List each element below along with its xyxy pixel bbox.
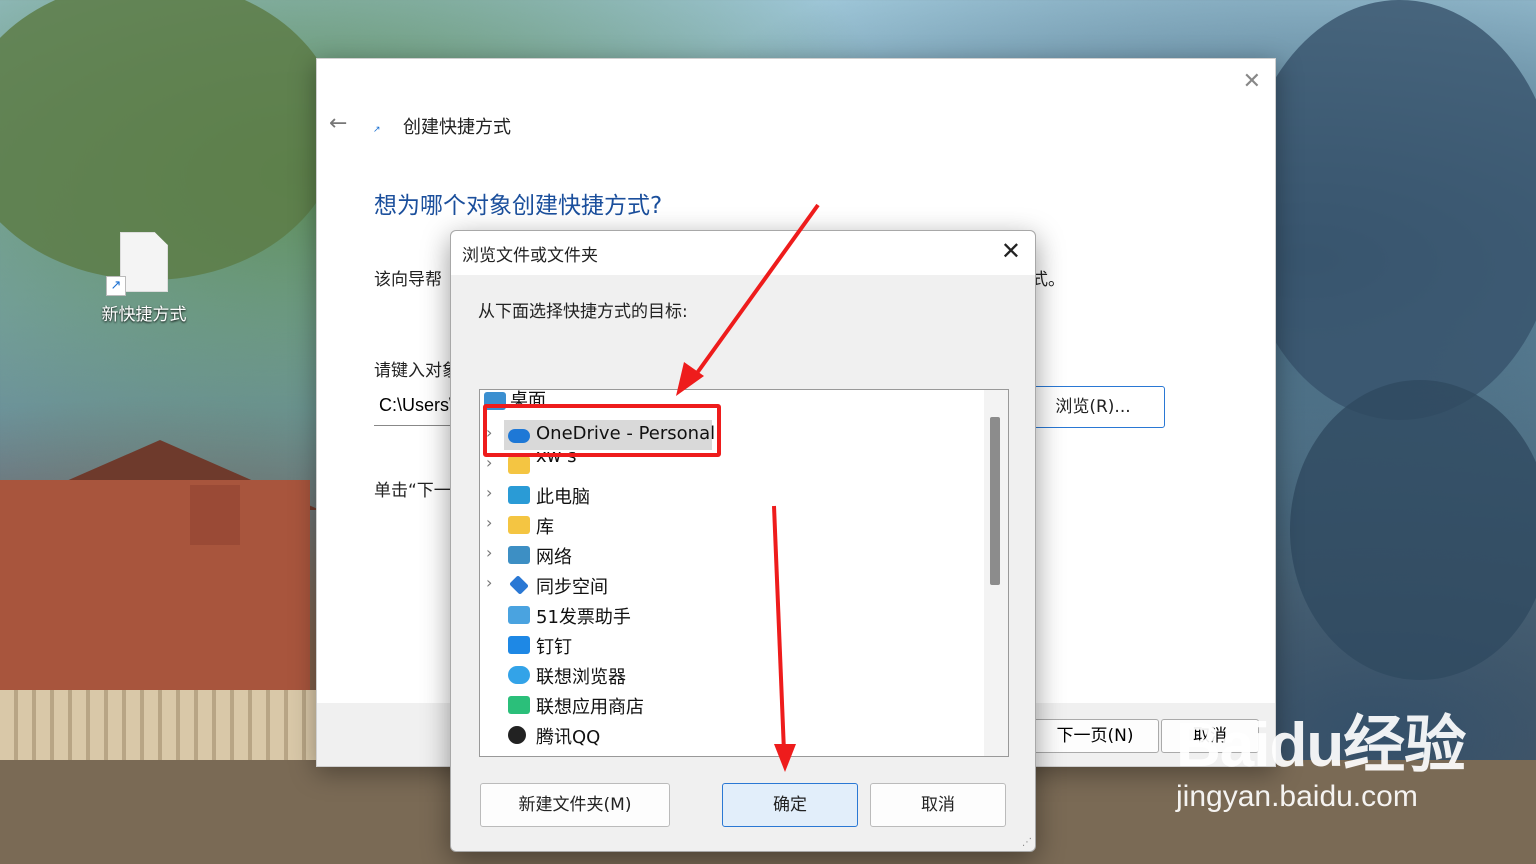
chevron-right-icon[interactable]: › bbox=[486, 543, 492, 562]
tree-item-label: 51发票助手 bbox=[536, 607, 631, 628]
tree-item-this-pc[interactable]: › 此电脑 bbox=[480, 480, 980, 510]
chimney bbox=[190, 485, 240, 545]
tree-foliage bbox=[1240, 0, 1536, 420]
browse-button[interactable]: 浏览(R)... bbox=[1021, 386, 1165, 428]
browse-folder-dialog: 浏览文件或文件夹 ✕ 从下面选择快捷方式的目标: 桌面 › OneDrive -… bbox=[450, 230, 1036, 852]
tree-item-label: 腾讯QQ bbox=[536, 727, 601, 748]
wizard-heading: 想为哪个对象创建快捷方式? bbox=[374, 193, 663, 219]
dingtalk-icon bbox=[508, 636, 530, 654]
network-icon bbox=[508, 546, 530, 564]
tree-item-label: 网络 bbox=[536, 547, 572, 568]
tree-item-label: 同步空间 bbox=[536, 577, 608, 598]
tree-item-label: 库 bbox=[536, 517, 554, 538]
tree-item-dingtalk[interactable]: 钉钉 bbox=[480, 630, 980, 660]
location-prompt: 请键入对象 bbox=[374, 361, 459, 381]
chevron-right-icon[interactable]: › bbox=[486, 573, 492, 592]
chevron-right-icon[interactable]: › bbox=[486, 513, 492, 532]
next-button[interactable]: 下一页(N) bbox=[1031, 719, 1159, 753]
watermark-logo: Baidu经验 bbox=[1176, 711, 1466, 780]
shortcut-arrow-icon: ↗ bbox=[106, 276, 126, 296]
tree-item-lenovo-store[interactable]: 联想应用商店 bbox=[480, 690, 980, 720]
dialog-prompt: 从下面选择快捷方式的目标: bbox=[478, 302, 688, 322]
close-icon[interactable]: ✕ bbox=[1243, 69, 1261, 94]
qq-penguin-icon bbox=[508, 726, 526, 744]
wizard-description: 该向导帮 bbox=[374, 270, 442, 290]
tree-item-network[interactable]: › 网络 bbox=[480, 540, 980, 570]
house bbox=[0, 480, 310, 720]
chevron-right-icon[interactable]: › bbox=[486, 483, 492, 502]
dialog-title: 浏览文件或文件夹 bbox=[462, 246, 598, 266]
annotation-highlight-box bbox=[483, 404, 721, 457]
desktop-shortcut[interactable]: ↗ 新快捷方式 bbox=[96, 232, 192, 325]
new-folder-button[interactable]: 新建文件夹(M) bbox=[480, 783, 670, 827]
resize-grip-icon[interactable]: ⋰ bbox=[1022, 837, 1032, 848]
desktop-shortcut-label: 新快捷方式 bbox=[101, 305, 187, 325]
fence bbox=[0, 690, 330, 770]
wizard-description-end: 式。 bbox=[1031, 270, 1065, 290]
baidu-watermark: Baidu经验 jingyan.baidu.com bbox=[1176, 694, 1466, 814]
tree-item-lenovo-browser[interactable]: 联想浏览器 bbox=[480, 660, 980, 690]
tree-item-invoice[interactable]: 51发票助手 bbox=[480, 600, 980, 630]
dialog-close-icon[interactable]: ✕ bbox=[1001, 237, 1021, 265]
click-next-hint: 单击“下一 bbox=[374, 481, 451, 501]
wizard-title: 创建快捷方式 bbox=[403, 117, 511, 138]
shortcut-icon: ↗ bbox=[373, 125, 381, 135]
lenovo-store-icon bbox=[508, 696, 530, 714]
tree-item-sync-space[interactable]: › 同步空间 bbox=[480, 570, 980, 600]
invoice-app-icon bbox=[508, 606, 530, 624]
tree-item-label: 此电脑 bbox=[536, 487, 590, 508]
scrollbar[interactable] bbox=[984, 390, 1008, 756]
tree-item-label: 联想浏览器 bbox=[536, 667, 626, 688]
tree-item-label: 钉钉 bbox=[536, 637, 572, 658]
computer-icon bbox=[508, 486, 530, 504]
file-icon bbox=[120, 232, 168, 292]
back-arrow-icon[interactable]: ← bbox=[329, 111, 347, 136]
dialog-cancel-button[interactable]: 取消 bbox=[870, 783, 1006, 827]
user-folder-icon bbox=[508, 456, 530, 474]
lenovo-browser-icon bbox=[508, 666, 530, 684]
tree-item-qq[interactable]: 腾讯QQ bbox=[480, 720, 980, 750]
watermark-url: jingyan.baidu.com bbox=[1176, 780, 1418, 813]
library-folder-icon bbox=[508, 516, 530, 534]
sync-space-icon bbox=[509, 575, 529, 595]
tree-item-library[interactable]: › 库 bbox=[480, 510, 980, 540]
tree-foliage bbox=[1290, 380, 1536, 680]
tree-item-label: 联想应用商店 bbox=[536, 697, 644, 718]
scrollbar-thumb[interactable] bbox=[990, 417, 1000, 585]
ok-button[interactable]: 确定 bbox=[722, 783, 858, 827]
